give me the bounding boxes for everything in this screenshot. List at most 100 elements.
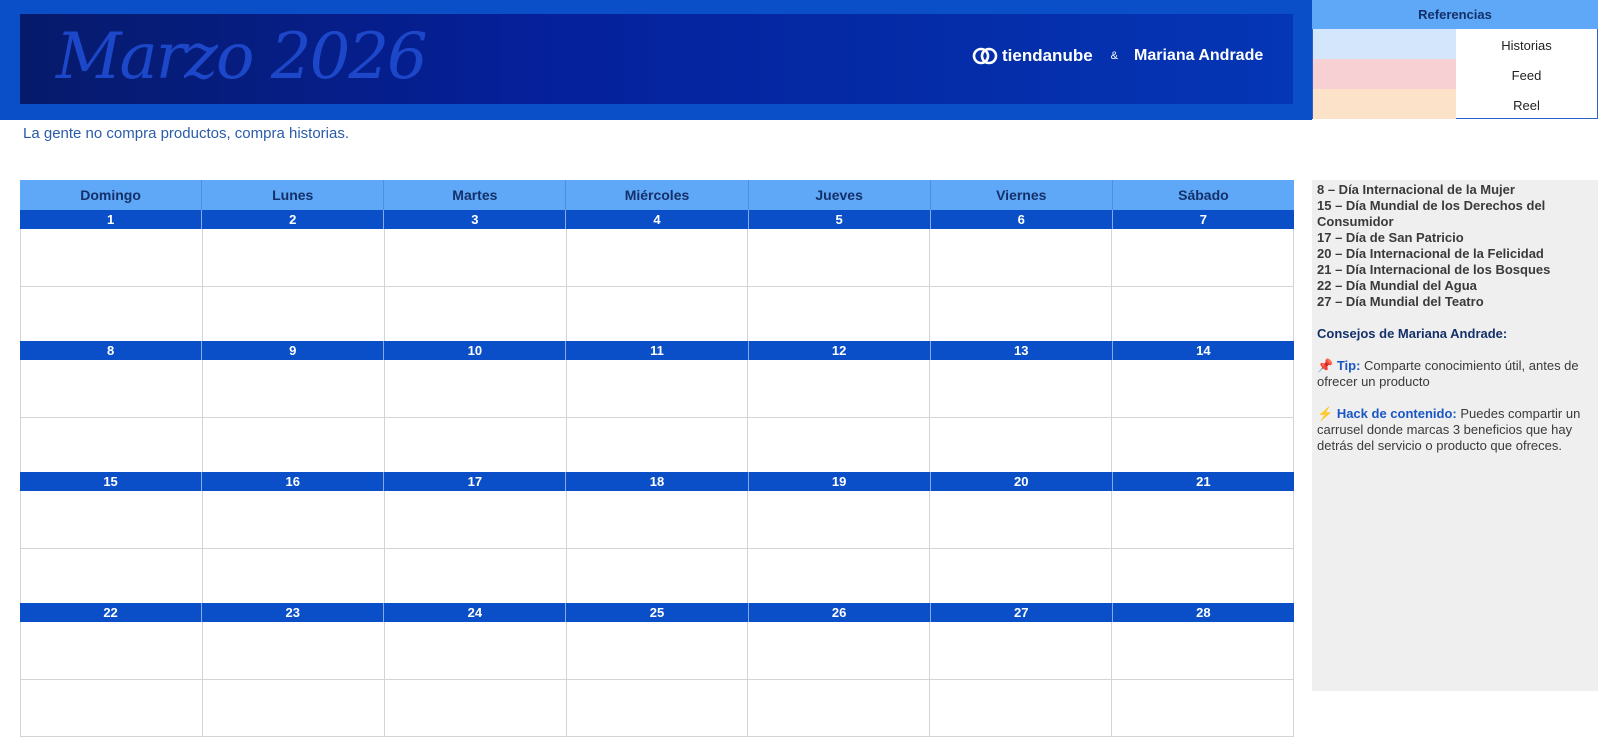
- day-cell[interactable]: [1111, 229, 1295, 344]
- month-title: Marzo 2026: [56, 20, 428, 94]
- day-number: 25: [566, 603, 749, 622]
- day-cell[interactable]: [201, 622, 384, 737]
- reference-label: Reel: [1513, 98, 1540, 113]
- day-number: 10: [384, 341, 567, 360]
- weekday-label: Viernes: [931, 180, 1113, 210]
- weekday-label: Miércoles: [566, 180, 749, 210]
- hack-block: ⚡ Hack de contenido: Puedes compartir un…: [1317, 406, 1593, 454]
- day-cell[interactable]: [929, 491, 1112, 606]
- day-cell[interactable]: [383, 360, 566, 475]
- day-number: 4: [566, 210, 749, 229]
- day-cell[interactable]: [201, 491, 384, 606]
- reference-row-feed: Feed: [1313, 59, 1597, 89]
- day-cell[interactable]: [201, 360, 384, 475]
- day-number: 1: [20, 210, 203, 229]
- day-cell[interactable]: [20, 491, 202, 606]
- day-cell[interactable]: [20, 622, 202, 737]
- day-cell[interactable]: [565, 229, 748, 344]
- day-cell[interactable]: [565, 491, 748, 606]
- weekday-label: Lunes: [202, 180, 385, 210]
- day-number: 8: [20, 341, 203, 360]
- day-number: 6: [931, 210, 1113, 229]
- day-number-row: 8 9 10 11 12 13 14: [20, 341, 1294, 360]
- day-cell[interactable]: [1111, 491, 1295, 606]
- day-cells-row: [20, 229, 1295, 344]
- day-number: 9: [202, 341, 385, 360]
- day-cell[interactable]: [20, 360, 202, 475]
- day-number: 27: [931, 603, 1113, 622]
- day-cell[interactable]: [747, 229, 930, 344]
- day-number: 12: [749, 341, 931, 360]
- event-item: 20 – Día Internacional de la Felicidad: [1317, 246, 1544, 261]
- tiendanube-logo-icon: [972, 46, 998, 66]
- day-number: 19: [749, 472, 931, 491]
- day-number: 18: [566, 472, 749, 491]
- day-number: 3: [384, 210, 567, 229]
- brand-ampersand: &: [1110, 50, 1119, 62]
- notes-content: 8 – Día Internacional de la Mujer 15 – D…: [1317, 182, 1593, 454]
- day-number: 22: [20, 603, 203, 622]
- day-cell[interactable]: [383, 622, 566, 737]
- day-number-row: 22 23 24 25 26 27 28: [20, 603, 1294, 622]
- day-cell[interactable]: [929, 360, 1112, 475]
- references-legend: Historias Feed Reel: [1312, 29, 1598, 119]
- day-cell[interactable]: [20, 229, 202, 344]
- event-item: 21 – Día Internacional de los Bosques: [1317, 262, 1551, 277]
- reference-label: Feed: [1511, 68, 1542, 83]
- event-item: 15 – Día Mundial de los Derechos del Con…: [1317, 198, 1546, 229]
- lightning-icon: ⚡: [1317, 406, 1334, 421]
- advice-title: Consejos de Mariana Andrade:: [1317, 326, 1508, 341]
- pushpin-icon: 📌: [1317, 358, 1334, 373]
- reference-swatch: [1313, 89, 1456, 119]
- day-cell[interactable]: [383, 491, 566, 606]
- day-cell[interactable]: [565, 622, 748, 737]
- references-title: Referencias: [1312, 0, 1598, 29]
- weekday-header-row: Domingo Lunes Martes Miércoles Jueves Vi…: [20, 180, 1294, 210]
- calendar-week: 15 16 17 18 19 20 21: [20, 472, 1295, 606]
- day-number-row: 15 16 17 18 19 20 21: [20, 472, 1294, 491]
- day-cell[interactable]: [1111, 622, 1295, 737]
- day-cell[interactable]: [929, 622, 1112, 737]
- day-cell[interactable]: [747, 360, 930, 475]
- notes-sidebar: 8 – Día Internacional de la Mujer 15 – D…: [1312, 180, 1598, 691]
- day-cell[interactable]: [747, 491, 930, 606]
- day-number: 24: [384, 603, 567, 622]
- day-cell[interactable]: [1111, 360, 1295, 475]
- day-number: 20: [931, 472, 1113, 491]
- day-cell[interactable]: [565, 360, 748, 475]
- day-number: 7: [1199, 212, 1208, 227]
- month-banner: Marzo 2026 tiendanube & Mariana Andrade: [20, 14, 1293, 104]
- day-cells-row: [20, 622, 1295, 737]
- day-number: 15: [20, 472, 203, 491]
- day-cell[interactable]: [747, 622, 930, 737]
- references-panel: Referencias Historias Feed Reel: [1312, 0, 1598, 120]
- day-cells-row: [20, 360, 1295, 475]
- day-number-row: 123456 7: [20, 210, 1294, 229]
- day-number: 23: [202, 603, 385, 622]
- reference-label: Historias: [1501, 38, 1552, 53]
- day-cell[interactable]: [201, 229, 384, 344]
- event-item: 8 – Día Internacional de la Mujer: [1317, 182, 1515, 197]
- day-number: 13: [931, 341, 1113, 360]
- day-number: 11: [566, 341, 749, 360]
- event-item: 22 – Día Mundial del Agua: [1317, 278, 1477, 293]
- hack-label: Hack de contenido:: [1336, 406, 1457, 421]
- reference-swatch: [1313, 29, 1456, 59]
- tip-label: Tip:: [1336, 358, 1361, 373]
- event-item: 17 – Día de San Patricio: [1317, 230, 1464, 245]
- day-number: 26: [749, 603, 931, 622]
- weekday-label: Domingo: [20, 180, 203, 210]
- calendar-week: 123456 7: [20, 210, 1295, 344]
- calendar-week: 22 23 24 25 26 27 28: [20, 603, 1295, 737]
- partner-name: Mariana Andrade: [1134, 47, 1264, 64]
- reference-row-reel: Reel: [1313, 89, 1597, 119]
- day-number: 28: [1196, 605, 1211, 620]
- weekday-label: Sábado: [1178, 187, 1229, 203]
- weekday-label: Jueves: [749, 180, 931, 210]
- reference-swatch: [1313, 59, 1456, 89]
- brand-lockup: tiendanube & Mariana Andrade: [972, 46, 1263, 66]
- tagline: La gente no compra productos, compra his…: [23, 125, 350, 142]
- day-cell[interactable]: [929, 229, 1112, 344]
- day-cell[interactable]: [383, 229, 566, 344]
- calendar-week: 8 9 10 11 12 13 14: [20, 341, 1295, 475]
